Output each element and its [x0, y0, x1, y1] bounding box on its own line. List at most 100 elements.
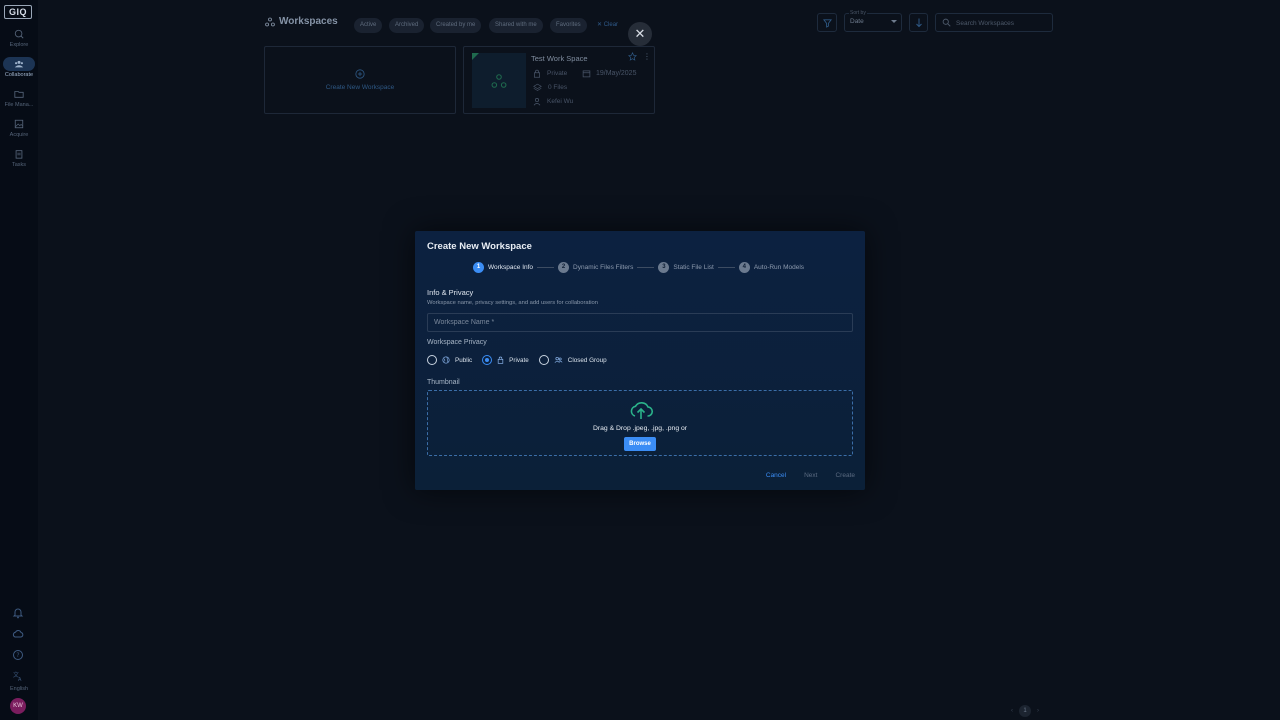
workspace-date: 19/May/2025 — [582, 69, 636, 78]
workspaces-icon — [265, 17, 275, 26]
status-corner — [472, 53, 479, 60]
sidebar-item-label: Explore — [9, 42, 29, 48]
privacy-option-closed-group[interactable]: Closed Group — [538, 355, 607, 365]
clear-label: Clear — [603, 22, 619, 28]
filter-chip-created-by-me[interactable]: Created by me — [430, 18, 482, 33]
sidebar-item-acquire[interactable]: Acquire — [0, 117, 38, 138]
close-modal-button[interactable]: ✕ — [628, 22, 652, 46]
sidebar-item-label: Collaborate — [4, 72, 34, 78]
translate-icon[interactable]: 文A — [12, 670, 24, 682]
page-title: Workspaces — [265, 16, 338, 27]
radio-closed-group[interactable] — [538, 355, 549, 365]
arrow-down-icon — [915, 18, 922, 28]
privacy-text: Private — [547, 70, 568, 77]
step-static-file-list[interactable]: 3 Static File List — [658, 262, 714, 273]
sort-label: Sort by — [849, 10, 867, 16]
sort-value: Date — [850, 18, 864, 25]
filter-chip-favorites[interactable]: Favorites — [550, 18, 587, 33]
svg-text:A: A — [18, 677, 22, 682]
browse-button[interactable]: Browse — [624, 437, 656, 451]
page-title-text: Workspaces — [279, 16, 338, 27]
sidebar-item-file-manager[interactable]: File Mana... — [0, 87, 38, 108]
workspace-owner: Kefei Wu — [533, 97, 573, 106]
star-icon[interactable] — [628, 52, 637, 61]
user-icon — [533, 97, 541, 106]
create-button[interactable]: Create — [835, 472, 855, 479]
section-title: Info & Privacy — [427, 288, 474, 297]
files-text: 0 Files — [548, 84, 568, 91]
clear-filters-link[interactable]: ✕ Clear — [597, 18, 618, 33]
filter-button[interactable] — [817, 13, 837, 32]
sidebar-item-label: Acquire — [9, 132, 29, 138]
sidebar-item-label: File Mana... — [4, 102, 34, 108]
step-label: Workspace Info — [488, 264, 534, 271]
step-dynamic-files-filters[interactable]: 2 Dynamic Files Filters — [558, 262, 633, 273]
workspace-thumbnail — [472, 53, 526, 108]
workspace-files: 0 Files — [533, 83, 567, 92]
filter-chip-active[interactable]: Active — [354, 18, 383, 33]
modal-title: Create New Workspace — [427, 241, 532, 252]
privacy-option-private[interactable]: Private — [482, 355, 529, 365]
privacy-option-label: Private — [509, 356, 529, 364]
help-icon[interactable]: ? — [12, 649, 24, 661]
filter-chip-archived[interactable]: Archived — [389, 18, 425, 33]
create-workspace-label: Create New Workspace — [325, 84, 395, 91]
lock-icon — [497, 356, 504, 364]
owner-text: Kefei Wu — [547, 98, 574, 105]
step-auto-run-models[interactable]: 4 Auto-Run Models — [738, 262, 805, 273]
workspace-card[interactable]: Test Work Space ⋮ Private 19/May/2025 0 … — [463, 46, 655, 114]
workspace-name[interactable]: Test Work Space — [531, 54, 588, 63]
workspace-name-input[interactable] — [427, 313, 853, 332]
language-label[interactable]: English — [0, 686, 38, 692]
globe-icon — [442, 356, 450, 364]
sidebar-item-tasks[interactable]: Tasks — [0, 147, 38, 168]
page-number[interactable]: 1 — [1019, 705, 1031, 717]
step-connector — [717, 267, 735, 268]
sidebar-item-explore[interactable]: Explore — [0, 27, 38, 48]
calendar-icon — [582, 70, 591, 78]
more-options-icon[interactable]: ⋮ — [643, 52, 651, 61]
dropzone-text: Drag & Drop .jpeg, .jpg, .png or — [592, 425, 688, 432]
privacy-option-public[interactable]: Public — [427, 355, 472, 365]
radio-public[interactable] — [427, 355, 437, 365]
create-workspace-card[interactable]: Create New Workspace — [264, 46, 456, 114]
layers-icon — [533, 83, 542, 91]
clipboard-icon — [3, 147, 35, 161]
step-connector — [537, 267, 555, 268]
sidebar-item-collaborate[interactable]: Collaborate — [0, 57, 38, 78]
close-icon: ✕ — [597, 22, 604, 28]
cloud-upload-icon[interactable] — [12, 628, 24, 640]
next-button[interactable]: Next — [804, 472, 817, 479]
chevron-left-icon[interactable]: ‹ — [1011, 708, 1013, 714]
thumbnail-dropzone[interactable]: Drag & Drop .jpeg, .jpg, .png or Browse — [427, 390, 853, 456]
step-number: 3 — [658, 262, 670, 273]
step-workspace-info[interactable]: 1 Workspace Info — [473, 262, 533, 273]
cancel-button[interactable]: Cancel — [766, 472, 786, 479]
sort-select[interactable]: Sort by Date — [844, 10, 902, 32]
search-box[interactable] — [935, 13, 1053, 32]
people-icon — [3, 57, 35, 71]
search-input[interactable] — [956, 17, 1048, 29]
chevron-down-icon — [891, 20, 897, 23]
radio-private[interactable] — [482, 355, 493, 365]
sort-direction-button[interactable] — [909, 13, 928, 32]
folder-icon — [3, 87, 35, 101]
filter-chip-shared-with-me[interactable]: Shared with me — [489, 18, 543, 33]
avatar[interactable]: KW — [10, 698, 26, 714]
funnel-icon — [822, 19, 832, 28]
privacy-title: Workspace Privacy — [427, 339, 487, 346]
date-text: 19/May/2025 — [596, 70, 637, 77]
svg-text:?: ? — [16, 652, 19, 659]
workspaces-icon — [491, 74, 507, 88]
step-connector — [637, 267, 655, 268]
privacy-radio-group: Public Private Closed Group — [427, 355, 611, 365]
step-label: Auto-Run Models — [753, 264, 805, 271]
plus-circle-icon — [355, 69, 365, 79]
step-label: Dynamic Files Filters — [573, 264, 634, 271]
section-description: Workspace name, privacy settings, and ad… — [427, 300, 598, 306]
pagination: ‹ 1 › — [1011, 705, 1039, 717]
bell-icon[interactable] — [12, 607, 24, 619]
chevron-right-icon[interactable]: › — [1037, 708, 1039, 714]
cloud-upload-icon — [630, 401, 654, 419]
lock-icon — [534, 69, 540, 78]
